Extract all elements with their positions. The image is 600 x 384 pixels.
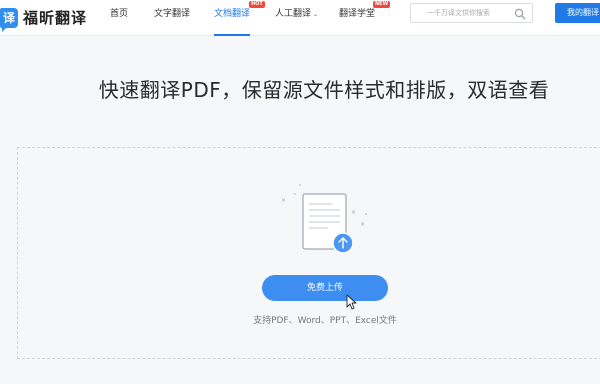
brand-logo[interactable]: 译 福昕翻译 [0, 7, 88, 32]
nav-home[interactable]: 首页 [110, 0, 128, 36]
brand-name: 福昕翻译 [23, 9, 88, 27]
nav-human-translate[interactable]: 人工翻译 ⌄ [275, 0, 318, 36]
svg-text:×: × [360, 221, 365, 228]
nav-academy[interactable]: 翻译学堂 [339, 0, 375, 36]
nav-text-translate[interactable]: 文字翻译 [154, 0, 190, 36]
my-translations-button[interactable]: 我的翻译 [555, 3, 600, 23]
supported-formats-text: 支持PDF、Word、PPT、Excel文件 [253, 316, 397, 326]
nav-doc-translate[interactable]: 文档翻译 [214, 0, 250, 36]
logo-icon: 译 [0, 7, 18, 32]
new-badge: NEW [373, 1, 391, 8]
upload-button[interactable]: 免费上传 [262, 275, 388, 301]
page-headline: 快速翻译PDF，保留源文件样式和排版，双语查看 [98, 78, 550, 102]
document-upload-illustration: × × × [281, 184, 367, 254]
mouse-cursor-icon [346, 294, 357, 310]
hot-badge: HOT [249, 1, 265, 8]
top-navbar: 译 福昕翻译 首页 文字翻译 文档翻译 HOT 人工翻译⌄ 翻译学堂 NEW 我… [0, 0, 600, 36]
search-icon[interactable] [514, 8, 526, 20]
nav-human-translate-label: 人工翻译 [275, 9, 312, 19]
search-input[interactable] [411, 4, 511, 22]
svg-text:×: × [281, 197, 286, 204]
search-box [410, 3, 533, 23]
active-tab-indicator [214, 34, 250, 36]
chevron-down-icon: ⌄ [313, 11, 319, 18]
svg-text:×: × [351, 209, 356, 216]
